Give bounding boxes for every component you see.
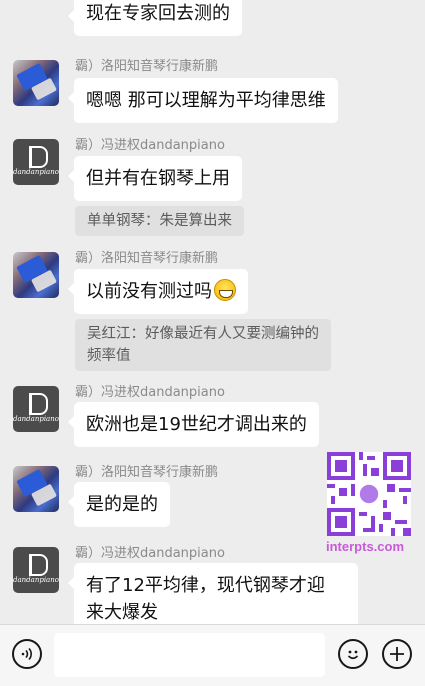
emoji-icon[interactable] [338,639,368,669]
message-bubble[interactable]: 有了12平均律，现代钢琴才迎 来大爆发 [68,563,358,624]
plus-icon[interactable] [382,639,412,669]
avatar[interactable]: dandanpiano [13,386,59,432]
avatar-label: dandanpiano [13,168,59,176]
message-text: 现在专家回去测的 [86,3,230,24]
message-bubble[interactable]: 但并有在钢琴上用 [68,156,242,201]
grinning-emoji-icon [214,279,236,301]
sender-name: 霸）冯进权dandanpiano [75,546,225,561]
voice-icon[interactable] [12,639,42,669]
sender-name: 霸）冯进权dandanpiano [75,385,225,400]
message-text-line: 有了12平均律，现代钢琴才迎 [86,575,325,596]
avatar[interactable] [13,252,59,298]
message-text: 是的是的 [86,494,158,515]
quoted-message[interactable]: 单单钢琴：朱是算出来 [75,206,244,236]
sender-name: 霸）洛阳知音琴行康新鹏 [75,251,219,266]
quoted-message[interactable]: 吴红江：好像最近有人又要测编钟的 频率值 [75,319,331,371]
message-text-line: 来大爆发 [86,602,158,623]
message-bubble[interactable]: 是的是的 [68,482,170,527]
message-bubble[interactable]: 欧洲也是19世纪才调出来的 [68,402,319,447]
avatar[interactable] [13,466,59,512]
avatar-label: dandanpiano [13,415,59,423]
sender-name: 霸）冯进权dandanpiano [75,138,225,153]
quoted-text-line: 吴红江：好像最近有人又要测编钟的 [87,326,319,342]
avatar[interactable] [13,60,59,106]
quoted-text-line: 频率值 [87,348,131,364]
watermark-text: interpts.com [326,539,405,554]
message-bubble[interactable]: 嗯嗯 那可以理解为平均律思维 [68,78,338,123]
message-text: 欧洲也是19世纪才调出来的 [86,414,307,435]
qr-code [327,452,411,536]
message-text: 但并有在钢琴上用 [86,168,230,189]
message-input[interactable] [54,633,325,677]
message-text: 以前没有测过吗 [86,281,212,302]
avatar-label: dandanpiano [13,576,59,584]
avatar[interactable]: dandanpiano [13,139,59,185]
sender-name: 霸）洛阳知音琴行康新鹏 [75,59,219,74]
sender-name: 霸）洛阳知音琴行康新鹏 [75,465,219,480]
chat-area: 现在专家回去测的 霸）洛阳知音琴行康新鹏 嗯嗯 那可以理解为平均律思维 dand… [0,0,425,624]
message-bubble[interactable]: 以前没有测过吗 [68,269,248,314]
message-text: 嗯嗯 那可以理解为平均律思维 [86,90,326,111]
avatar[interactable]: dandanpiano [13,547,59,593]
quoted-text: 单单钢琴：朱是算出来 [87,213,232,229]
message-bubble[interactable]: 现在专家回去测的 [68,0,242,36]
input-bar [0,624,425,686]
